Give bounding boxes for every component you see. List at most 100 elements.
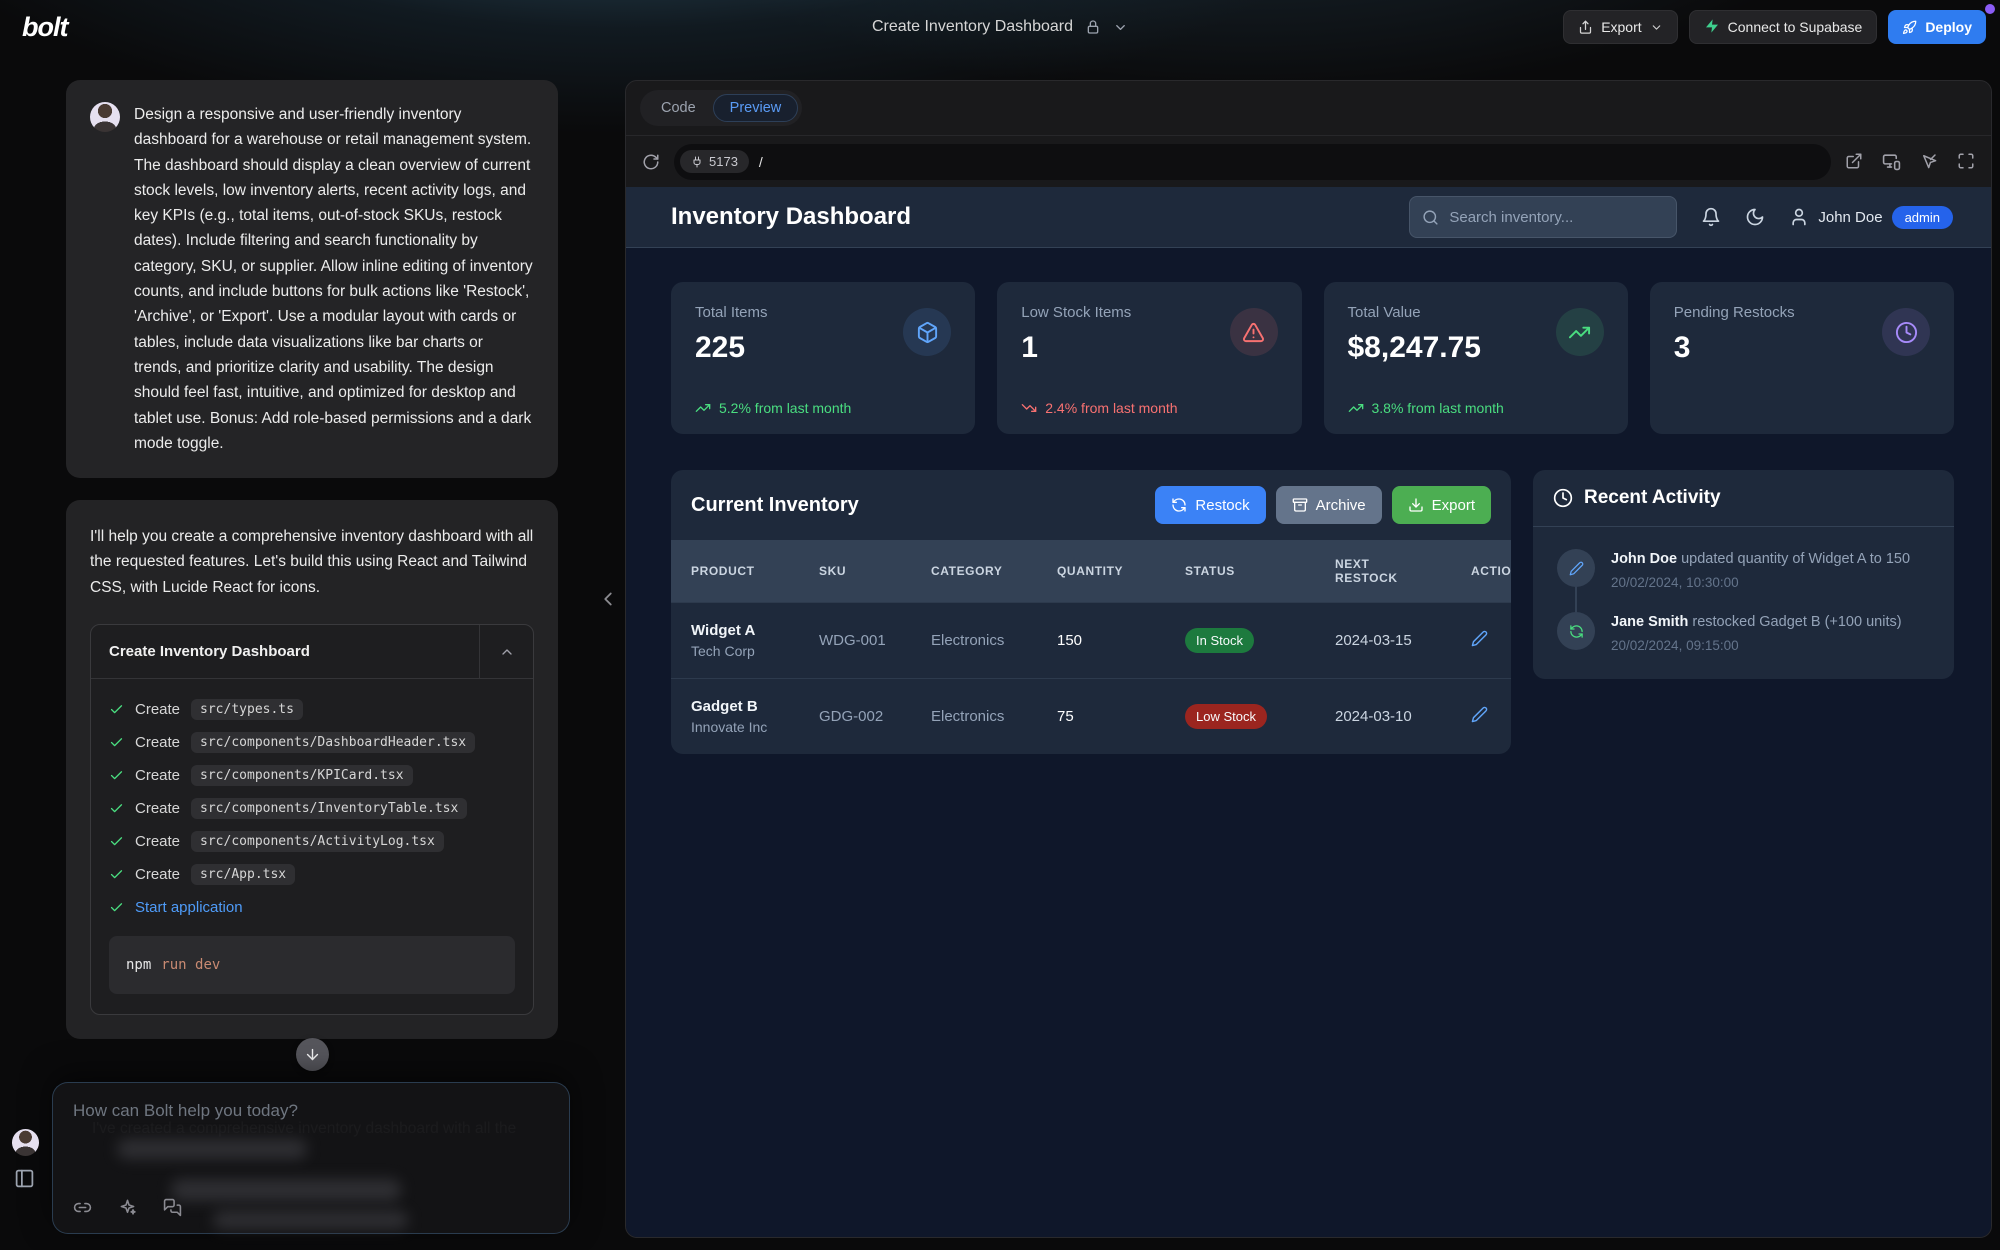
file-pill[interactable]: src/components/KPICard.tsx <box>191 765 413 786</box>
column-header: QUANTITY <box>1057 564 1185 578</box>
artifact-title: Create Inventory Dashboard <box>91 625 479 678</box>
edit-pencil-icon[interactable] <box>1471 630 1488 647</box>
supplier-name: Tech Corp <box>691 643 809 659</box>
check-icon <box>109 867 124 882</box>
role-badge: admin <box>1892 206 1953 229</box>
download-icon <box>1408 497 1424 513</box>
user-chip[interactable]: John Doe admin <box>1789 206 1953 229</box>
activity-timestamp: 20/02/2024, 09:15:00 <box>1611 638 1902 653</box>
project-title-group[interactable]: Create Inventory Dashboard <box>872 0 1128 54</box>
kpi-trend-text: 3.8% from last month <box>1372 400 1504 416</box>
dark-mode-toggle-icon[interactable] <box>1745 207 1765 227</box>
terminal-command: npmrun dev <box>109 936 515 994</box>
file-pill[interactable]: src/types.ts <box>191 699 303 720</box>
file-pill[interactable]: src/components/ActivityLog.tsx <box>191 831 444 852</box>
export-label: Export <box>1601 19 1641 35</box>
fullscreen-icon[interactable] <box>1957 152 1975 171</box>
column-header: CATEGORY <box>931 564 1057 578</box>
account-avatar[interactable] <box>12 1129 39 1156</box>
activity-action: restocked Gadget B (+100 units) <box>1688 614 1901 630</box>
artifact-collapse-button[interactable] <box>479 625 533 678</box>
clock-icon <box>1553 488 1573 508</box>
action-verb: Create <box>135 866 180 883</box>
preview-frame: Inventory Dashboard John Doe admin Total… <box>626 187 1991 1237</box>
tab-preview[interactable]: Preview <box>713 94 799 122</box>
sparkles-icon[interactable] <box>118 1198 137 1217</box>
open-external-icon[interactable] <box>1845 152 1863 171</box>
action-verb: Create <box>135 833 180 850</box>
kpi-trend-text: 5.2% from last month <box>719 400 851 416</box>
edit-pencil-icon[interactable] <box>1471 706 1488 723</box>
scroll-to-bottom-button[interactable] <box>296 1038 329 1071</box>
bolt-logo[interactable]: bolt <box>22 12 67 43</box>
preview-url-bar: 5173 / <box>626 135 1991 187</box>
inventory-search-box[interactable] <box>1409 196 1677 238</box>
activity-item: Jane Smith restocked Gadget B (+100 unit… <box>1557 612 1930 653</box>
supabase-label: Connect to Supabase <box>1728 19 1863 35</box>
chat-panel: Design a responsive and user-friendly in… <box>0 54 625 1250</box>
inventory-search-input[interactable] <box>1449 209 1664 226</box>
check-icon <box>109 735 124 750</box>
workbench-panel: Code Preview 5173 / Inventory Dashboard <box>625 80 1992 1238</box>
discuss-mode-icon[interactable] <box>163 1198 182 1217</box>
port-number: 5173 <box>709 154 738 169</box>
bell-icon[interactable] <box>1701 207 1721 227</box>
quantity-cell[interactable]: 75 <box>1057 708 1185 725</box>
attach-link-icon[interactable] <box>73 1198 92 1217</box>
tab-code[interactable]: Code <box>644 94 713 122</box>
archive-button[interactable]: Archive <box>1276 486 1382 524</box>
package-icon <box>903 308 951 356</box>
activity-user: John Doe <box>1611 551 1677 567</box>
user-message-text: Design a responsive and user-friendly in… <box>134 102 534 456</box>
chevron-up-icon <box>499 644 515 660</box>
status-badge: Low Stock <box>1185 704 1267 729</box>
supabase-bolt-icon <box>1704 18 1720 37</box>
artifact-action-row: Create src/types.ts <box>109 693 515 726</box>
project-title: Create Inventory Dashboard <box>872 18 1073 36</box>
pencil-icon <box>1557 549 1595 587</box>
deploy-label: Deploy <box>1925 19 1972 35</box>
activity-item: John Doe updated quantity of Widget A to… <box>1557 549 1930 590</box>
table-row: Widget A Tech Corp WDG-001 Electronics 1… <box>671 602 1511 678</box>
export-button[interactable]: Export <box>1563 10 1677 44</box>
file-pill[interactable]: src/components/InventoryTable.tsx <box>191 798 467 819</box>
sidebar-toggle-icon[interactable] <box>14 1168 35 1189</box>
activity-timestamp: 20/02/2024, 10:30:00 <box>1611 575 1910 590</box>
file-pill[interactable]: src/App.tsx <box>191 864 295 885</box>
notification-dot <box>1985 4 1995 14</box>
restock-button[interactable]: Restock <box>1155 486 1265 524</box>
start-application-link[interactable]: Start application <box>135 899 243 916</box>
sku-cell: WDG-001 <box>819 632 931 649</box>
assistant-intro-text: I'll help you create a comprehensive inv… <box>90 524 534 600</box>
url-path: / <box>759 154 763 170</box>
inspector-cursor-icon[interactable] <box>1920 152 1938 171</box>
deploy-button[interactable]: Deploy <box>1888 10 1986 44</box>
artifact-action-row: Create src/components/KPICard.tsx <box>109 759 515 792</box>
workbench-tabs: Code Preview <box>626 81 1991 135</box>
file-pill[interactable]: src/components/DashboardHeader.tsx <box>191 732 475 753</box>
column-header: SKU <box>819 564 931 578</box>
export-csv-button[interactable]: Export <box>1392 486 1491 524</box>
table-header-row: PRODUCT SKU CATEGORY QUANTITY STATUS NEX… <box>671 540 1511 602</box>
refresh-icon <box>1557 612 1595 650</box>
kpi-card-total-value: Total Value $8,247.75 3.8% from last mon… <box>1324 282 1628 434</box>
url-field[interactable]: 5173 / <box>674 144 1831 180</box>
dashboard-header: Inventory Dashboard John Doe admin <box>626 187 1991 248</box>
port-pill[interactable]: 5173 <box>680 150 749 173</box>
kpi-row: Total Items 225 5.2% from last month Low… <box>671 282 1954 434</box>
collapse-chat-chevron[interactable] <box>597 588 619 610</box>
reload-icon[interactable] <box>642 153 660 171</box>
check-icon <box>109 702 124 717</box>
connect-supabase-button[interactable]: Connect to Supabase <box>1689 10 1878 44</box>
sku-cell: GDG-002 <box>819 708 931 725</box>
column-header: NEXT RESTOCK <box>1335 557 1440 585</box>
column-header: STATUS <box>1185 564 1335 578</box>
chevron-down-icon[interactable] <box>1113 20 1128 35</box>
trending-up-icon <box>1348 400 1364 416</box>
device-preview-icon[interactable] <box>1882 152 1901 171</box>
inventory-table-card: Current Inventory Restock Archive <box>671 470 1511 754</box>
chat-input-box[interactable] <box>52 1082 570 1234</box>
quantity-cell[interactable]: 150 <box>1057 632 1185 649</box>
activity-user: Jane Smith <box>1611 614 1688 630</box>
status-badge: In Stock <box>1185 628 1254 653</box>
